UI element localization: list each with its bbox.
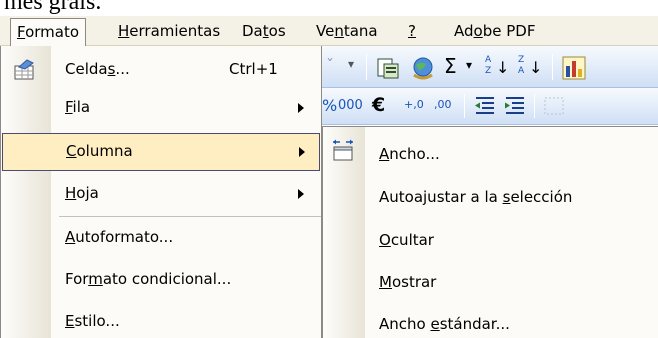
access-key: C	[66, 142, 77, 160]
access-key: M	[379, 273, 392, 291]
percent-style-icon[interactable]: %	[322, 96, 337, 115]
submenu-item-label: Mostrar	[379, 273, 437, 291]
submenu-arrow-icon	[298, 103, 304, 113]
toolbar-separator	[534, 94, 535, 118]
menu-item-columna[interactable]: Columna	[2, 133, 320, 171]
toolbar-separator	[552, 54, 553, 80]
menu-item-label: Hoja	[65, 184, 99, 202]
increase-indent-icon[interactable]	[504, 96, 526, 116]
paste-format-icon[interactable]	[376, 56, 400, 80]
sort-desc-top-letter: Z	[518, 55, 525, 65]
submenu-item-mostrar[interactable]: Mostrar	[323, 263, 658, 303]
submenu-item-label: Ancho estándar...	[379, 315, 510, 333]
submenu-item-label: Autoajustar a la selección	[379, 188, 573, 206]
access-key: H	[118, 22, 130, 40]
submenu-arrow-icon	[298, 189, 304, 199]
sort-ascending-icon[interactable]: A Z ↓	[485, 55, 509, 81]
menu-item-estilo[interactable]: Estilo...	[1, 303, 321, 338]
toolbar-separator	[366, 54, 367, 80]
access-key: t	[262, 22, 269, 40]
menu-divider	[59, 216, 321, 217]
menu-item-shortcut: Ctrl+1	[229, 60, 278, 78]
menu-label: Ventana	[316, 22, 378, 40]
menu-item-label: Fila	[65, 98, 91, 116]
access-key: s	[502, 188, 511, 206]
decrease-decimal-icon[interactable]: ,00	[434, 98, 452, 111]
sort-asc-top-letter: A	[485, 55, 492, 65]
toolbar-dropdown-icon[interactable]: ▾	[348, 57, 354, 71]
document-caption: mes grals.	[4, 0, 102, 15]
menu-item-autoformato[interactable]: Autoformato...	[1, 219, 321, 257]
toolbar-separator	[464, 94, 465, 118]
submenu-arrow-icon	[299, 147, 305, 157]
sort-arrow: ↓	[496, 58, 510, 77]
access-key: A	[65, 228, 76, 246]
chart-wizard-icon[interactable]	[562, 56, 586, 80]
sort-desc-bottom-letter: A	[518, 66, 525, 76]
menu-formato[interactable]: Formato	[10, 18, 87, 46]
menu-item-label: Columna	[66, 142, 133, 160]
menu-item-celdas[interactable]: Celdas... Ctrl+1	[1, 51, 321, 89]
access-key: F	[65, 98, 73, 116]
sort-descending-icon[interactable]: Z A ↓	[518, 55, 542, 81]
menubar: Formato Herramientas Datos Ventana ? Ado…	[0, 16, 658, 46]
menu-item-label: Autoformato...	[65, 228, 174, 246]
menu-label: Datos	[242, 22, 286, 40]
menu-item-formato-condicional[interactable]: Formato condicional...	[1, 261, 321, 299]
access-key: o	[473, 22, 483, 40]
increase-decimal-icon[interactable]: +,0	[404, 98, 424, 111]
menu-label: Adobe PDF	[454, 22, 536, 40]
menu-item-label: Formato condicional...	[65, 270, 232, 288]
submenu-item-ancho[interactable]: Ancho...	[323, 135, 658, 175]
format-menu: Celdas... Ctrl+1 Fila Columna Hoja Autof…	[0, 46, 322, 338]
access-key: s	[107, 60, 116, 78]
menu-item-label: Celdas...	[65, 60, 130, 78]
submenu-item-autoajustar[interactable]: Autoajustar a la selección	[323, 178, 658, 218]
menu-item-label: Estilo...	[65, 312, 120, 330]
submenu-item-label: Ancho...	[379, 145, 440, 163]
borders-icon[interactable]	[544, 97, 564, 115]
submenu-item-ocultar[interactable]: Ocultar	[323, 221, 658, 261]
autosum-dropdown-icon[interactable]: ▾	[466, 58, 472, 72]
sort-asc-bottom-letter: Z	[485, 66, 492, 76]
menu-label: ?	[408, 22, 416, 40]
access-key: m	[88, 270, 103, 288]
menu-item-hoja[interactable]: Hoja	[1, 175, 321, 213]
hyperlink-icon[interactable]	[410, 55, 436, 81]
toolbar-grip-text: ˇ	[326, 56, 334, 75]
menu-item-fila[interactable]: Fila	[1, 89, 321, 127]
column-submenu: Ancho... Autoajustar a la selección Ocul…	[322, 126, 658, 338]
format-cells-icon	[14, 59, 34, 80]
access-key: ?	[408, 22, 416, 40]
menu-adobe-pdf[interactable]: Adobe PDF	[448, 20, 541, 42]
menu-label: Herramientas	[118, 22, 221, 40]
access-key: A	[379, 145, 390, 163]
menu-herramientas[interactable]: Herramientas	[112, 20, 226, 42]
access-key: F	[17, 23, 26, 41]
menu-help[interactable]: ?	[402, 20, 422, 42]
access-key: O	[379, 231, 391, 249]
submenu-item-ancho-estandar[interactable]: Ancho estándar...	[323, 305, 658, 338]
access-key: H	[65, 184, 77, 202]
menu-label: Formato	[17, 23, 80, 41]
thousands-style-icon[interactable]: 000	[338, 98, 363, 113]
autosum-icon[interactable]: Σ	[444, 54, 457, 78]
column-width-icon	[333, 139, 353, 161]
sort-arrow: ↓	[529, 58, 543, 77]
decrease-indent-icon[interactable]	[474, 96, 496, 116]
access-key: n	[334, 22, 344, 40]
access-key: E	[65, 312, 75, 330]
access-key: e	[430, 315, 440, 333]
menu-ventana[interactable]: Ventana	[310, 20, 384, 42]
euro-icon[interactable]: €	[372, 94, 385, 116]
submenu-item-label: Ocultar	[379, 231, 434, 249]
menu-datos[interactable]: Datos	[236, 20, 292, 42]
